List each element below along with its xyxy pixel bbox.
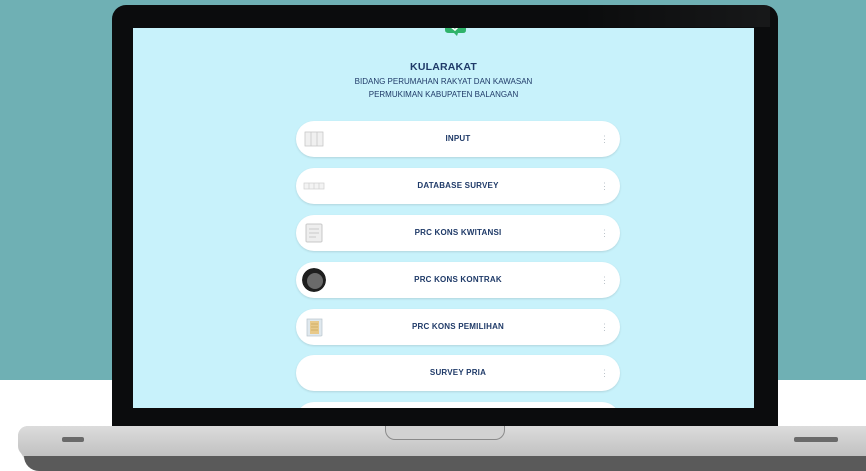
bezel-glare: [580, 5, 770, 27]
menu-item-label: INPUT: [445, 134, 471, 143]
menu-item-survey-pria[interactable]: SURVEY PRIA ⋮: [296, 355, 620, 391]
laptop-base-bottom: [24, 456, 866, 471]
menu-item-prc-kons-kwitansi[interactable]: PRC KONS KWITANSI ⋮: [296, 215, 620, 251]
app-title: KULARAKAT: [410, 61, 477, 73]
menu-item-database-survey[interactable]: DATABASE SURVEY ⋮: [296, 168, 620, 204]
app-subtitle-line2: PERMUKIMAN KABUPATEN BALANGAN: [368, 90, 519, 99]
app-subtitle-line1: BIDANG PERUMAHAN RAKYAT DAN KAWASAN: [354, 77, 533, 86]
more-options-icon[interactable]: ⋮: [600, 168, 609, 204]
laptop-notch: [385, 426, 505, 440]
menu-item-input[interactable]: INPUT ⋮: [296, 121, 620, 157]
menu-item-label: PRC KONS PEMILIHAN: [411, 322, 505, 331]
more-options-icon[interactable]: ⋮: [600, 121, 609, 157]
menu-item-label: PRC KONS KWITANSI: [414, 228, 502, 237]
more-options-icon[interactable]: ⋮: [600, 215, 609, 251]
more-options-icon[interactable]: ⋮: [600, 309, 609, 345]
menu-item-label: DATABASE SURVEY: [417, 181, 499, 190]
app-logo-icon: [445, 28, 466, 36]
laptop-vent-right: [794, 437, 838, 442]
menu-item-prc-kons-pemilihan[interactable]: PRC KONS PEMILIHAN ⋮: [296, 309, 620, 345]
more-options-icon[interactable]: ⋮: [600, 262, 609, 298]
app-screen: KULARAKAT BIDANG PERUMAHAN RAKYAT DAN KA…: [133, 28, 754, 408]
menu-item-prc-kons-kontrak[interactable]: PRC KONS KONTRAK ⋮: [296, 262, 620, 298]
menu-item-partial[interactable]: [296, 402, 620, 408]
menu-item-label: SURVEY PRIA: [429, 368, 487, 377]
laptop-vent-left: [62, 437, 84, 442]
more-options-icon[interactable]: ⋮: [600, 355, 609, 391]
menu-item-label: PRC KONS KONTRAK: [414, 275, 502, 284]
